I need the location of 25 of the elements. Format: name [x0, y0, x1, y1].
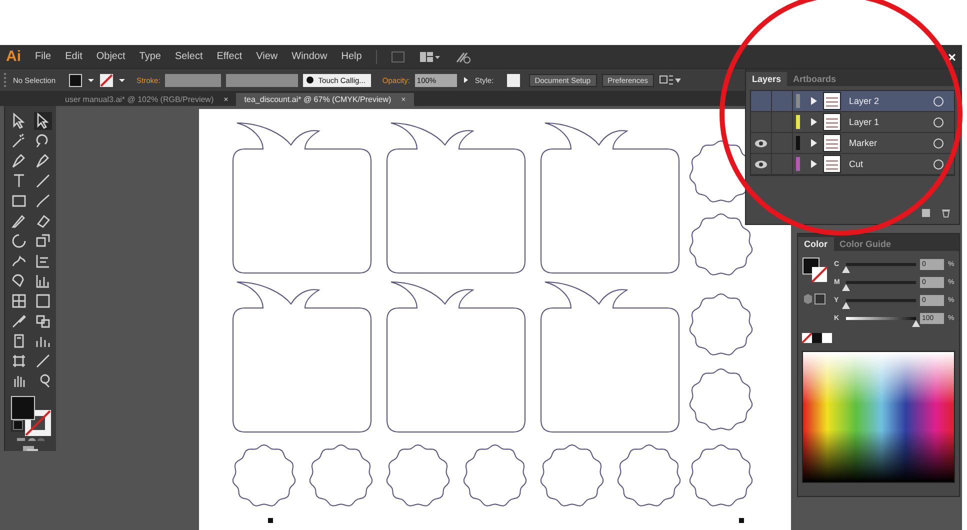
- menu-item[interactable]: Type: [139, 51, 161, 62]
- layer-name: Layer 2: [849, 96, 880, 106]
- layer-row[interactable]: Layer 1: [751, 112, 954, 133]
- menu-item[interactable]: Object: [96, 51, 126, 62]
- layer-row[interactable]: Marker: [751, 133, 954, 154]
- menu-item[interactable]: Edit: [65, 51, 82, 62]
- document-tab[interactable]: user manual3.ai* @ 102% (RGB/Preview) ×: [57, 93, 236, 106]
- close-button[interactable]: ×: [948, 48, 956, 64]
- menu-item[interactable]: Window: [292, 51, 328, 62]
- panel-tab[interactable]: Color Guide: [834, 237, 897, 251]
- menu-item[interactable]: File: [35, 51, 52, 62]
- layer-row[interactable]: Layer 2: [751, 91, 954, 112]
- menu-item[interactable]: View: [256, 51, 278, 62]
- layer-row[interactable]: Cut: [751, 154, 954, 175]
- document-tab[interactable]: tea_discount.ai* @ 67% (CMYK/Preview) ×: [236, 93, 414, 106]
- panel-tab[interactable]: Artboards: [787, 72, 842, 86]
- panel-tab[interactable]: Color: [798, 237, 834, 251]
- layer-name: Cut: [849, 159, 864, 169]
- app-logo: Ai: [6, 48, 21, 65]
- menu-item[interactable]: Select: [174, 51, 203, 62]
- menu-item[interactable]: Help: [341, 51, 362, 62]
- panel-tab[interactable]: Layers: [746, 72, 788, 86]
- layer-name: Layer 1: [849, 117, 880, 127]
- menu-item[interactable]: Effect: [216, 51, 242, 62]
- layer-name: Marker: [849, 138, 878, 148]
